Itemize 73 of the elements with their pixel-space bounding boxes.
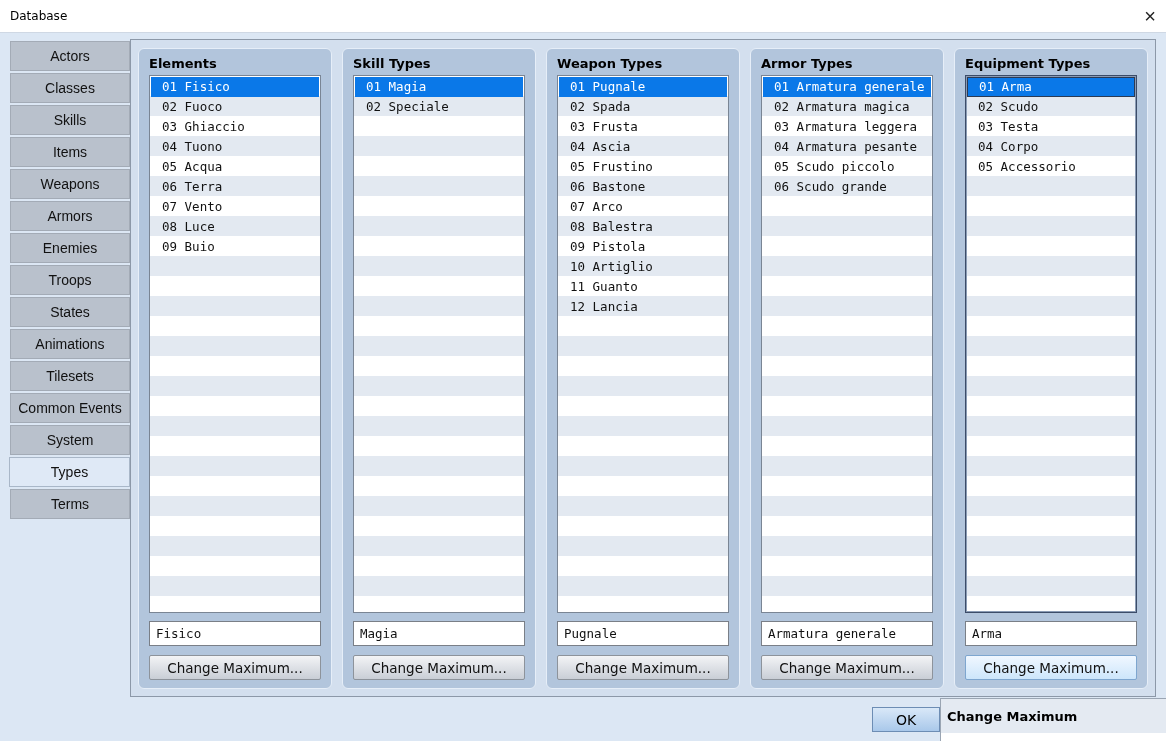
list-item[interactable]: 02 Speciale (355, 96, 523, 117)
change-maximum-button[interactable]: Change Maximum... (557, 655, 729, 680)
list-item[interactable]: 04 Armatura pesante (763, 136, 931, 157)
list-item[interactable]: 04 Ascia (559, 136, 727, 157)
category-tab[interactable]: States (10, 297, 130, 327)
name-field[interactable]: Arma (965, 621, 1137, 647)
list-item[interactable]: 02 Fuoco (151, 96, 319, 117)
list-item[interactable]: 07 Arco (559, 196, 727, 217)
category-tab[interactable]: Enemies (10, 233, 130, 263)
list-item[interactable]: 09 Buio (151, 236, 319, 257)
name-field[interactable]: Pugnale (557, 621, 729, 647)
list-item[interactable]: 01 Arma (967, 76, 1135, 97)
list-item[interactable]: 01 Magia (355, 76, 523, 97)
name-field[interactable]: Magia (353, 621, 525, 647)
category-tab[interactable]: Skills (10, 105, 130, 135)
list-item[interactable]: 02 Armatura magica (763, 96, 931, 117)
category-tab[interactable]: System (10, 425, 130, 455)
ok-button[interactable]: OK (872, 707, 940, 732)
list-item[interactable]: 01 Armatura generale (763, 76, 931, 97)
list-item[interactable]: 06 Terra (151, 176, 319, 197)
list-item[interactable]: 02 Scudo (967, 96, 1135, 117)
type-list[interactable]: 01 Armatura generale 02 Armatura magica 03 Armatura leggera 04 Armatura pesante 05 Scudo piccolo 06 Scudo grande (761, 74, 933, 614)
list-item[interactable]: 03 Frusta (559, 116, 727, 137)
window-title: Database (10, 9, 68, 23)
category-tab[interactable]: Classes (10, 73, 130, 103)
type-list[interactable]: 01 Fisico 02 Fuoco 03 Ghiaccio 04 Tuono 05 Acqua 06 Terra 07 Vento 08 Luce 09 Buio (149, 74, 321, 614)
category-tab[interactable]: Items (10, 137, 130, 167)
category-tab[interactable]: Weapons (10, 169, 130, 199)
list-item[interactable]: 11 Guanto (559, 276, 727, 297)
list-item[interactable]: 04 Corpo (967, 136, 1135, 157)
list-item[interactable]: 06 Scudo grande (763, 176, 931, 197)
type-list[interactable]: 01 Magia 02 Speciale (353, 74, 525, 614)
panel-title: Elements (149, 55, 218, 74)
category-tab[interactable]: Terms (10, 489, 130, 519)
change-maximum-button[interactable]: Change Maximum... (353, 655, 525, 680)
list-item[interactable]: 03 Testa (967, 116, 1135, 137)
tooltip-title: Change Maximum (941, 699, 1166, 733)
panel-title: Armor Types (761, 55, 854, 74)
name-field[interactable]: Fisico (149, 621, 321, 647)
list-item[interactable]: 08 Luce (151, 216, 319, 237)
category-tab[interactable]: Types (9, 457, 130, 487)
list-item[interactable]: 03 Ghiaccio (151, 116, 319, 137)
list-item[interactable]: 12 Lancia (559, 296, 727, 317)
panel-title: Skill Types (353, 55, 432, 74)
category-tab[interactable]: Animations (10, 329, 130, 359)
category-tab[interactable]: Troops (10, 265, 130, 295)
list-item[interactable]: 09 Pistola (559, 236, 727, 257)
category-tab[interactable]: Actors (10, 41, 130, 71)
type-list[interactable]: 01 Arma 02 Scudo 03 Testa 04 Corpo 05 Accessorio (965, 74, 1137, 614)
close-icon[interactable]: × (1144, 6, 1156, 26)
list-item[interactable]: 07 Vento (151, 196, 319, 217)
category-tab[interactable]: Tilesets (10, 361, 130, 391)
list-item[interactable]: 01 Pugnale (559, 76, 727, 97)
panel-title: Equipment Types (965, 55, 1092, 74)
change-maximum-button[interactable]: Change Maximum... (965, 655, 1137, 680)
type-list[interactable]: 01 Pugnale 02 Spada 03 Frusta 04 Ascia 05 Frustino 06 Bastone 07 Arco 08 Balestra 09 Pistola 10 Artiglio 11 Guanto 12 Lancia (557, 74, 729, 614)
name-field[interactable]: Armatura generale (761, 621, 933, 647)
list-item[interactable]: 05 Frustino (559, 156, 727, 177)
list-item[interactable]: 05 Scudo piccolo (763, 156, 931, 177)
list-item[interactable]: 08 Balestra (559, 216, 727, 237)
category-tab[interactable]: Armors (10, 201, 130, 231)
list-item[interactable]: 05 Accessorio (967, 156, 1135, 177)
list-item[interactable]: 04 Tuono (151, 136, 319, 157)
list-item[interactable]: 03 Armatura leggera (763, 116, 931, 137)
list-item[interactable]: 01 Fisico (151, 76, 319, 97)
change-maximum-button[interactable]: Change Maximum... (761, 655, 933, 680)
list-item[interactable]: 05 Acqua (151, 156, 319, 177)
change-maximum-button[interactable]: Change Maximum... (149, 655, 321, 680)
list-item[interactable]: 06 Bastone (559, 176, 727, 197)
panel-title: Weapon Types (557, 55, 664, 74)
list-item[interactable]: 10 Artiglio (559, 256, 727, 277)
list-item[interactable]: 02 Spada (559, 96, 727, 117)
category-tab[interactable]: Common Events (10, 393, 130, 423)
